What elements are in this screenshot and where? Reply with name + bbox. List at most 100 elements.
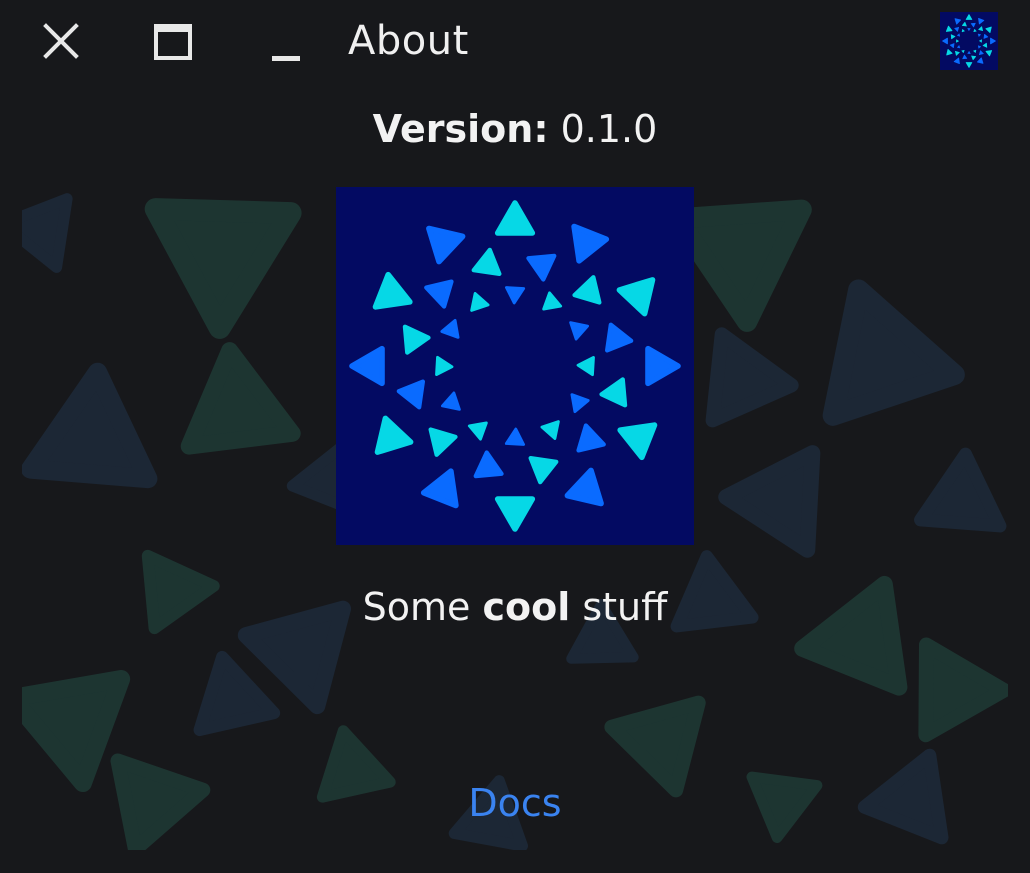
logo-triangle (978, 39, 982, 43)
bg-triangle (918, 637, 1008, 743)
logo-triangle (571, 223, 610, 264)
logo-triangle (977, 33, 981, 37)
logo-triangle (962, 54, 968, 60)
bg-triangle (718, 445, 821, 558)
logo-triangle (973, 49, 977, 53)
logo-triangle (569, 321, 590, 341)
maximize-icon (154, 24, 192, 60)
logo-triangle (965, 14, 973, 20)
logo-triangle (973, 28, 977, 33)
logo-triangle (985, 50, 993, 57)
logo-triangle (950, 34, 956, 40)
logo-triangle (961, 29, 965, 33)
bg-triangle (667, 199, 812, 332)
logo-triangle (967, 50, 971, 54)
logo-triangle (961, 21, 967, 27)
docs-link[interactable]: Docs (468, 781, 561, 825)
docs-link-row: Docs (22, 780, 1008, 826)
logo-triangle (424, 279, 454, 309)
logo-triangle (983, 33, 989, 39)
logo-triangle (504, 286, 526, 305)
logo-triangle (349, 345, 385, 387)
logo-triangle (470, 292, 490, 312)
tagline-bold: cool (482, 585, 571, 629)
logo-triangle (564, 467, 604, 507)
bg-triangle (193, 650, 281, 737)
logo-triangle (945, 25, 953, 32)
logo-triangle (957, 45, 961, 49)
bg-triangle (604, 695, 706, 798)
tagline-prefix: Some (362, 585, 483, 629)
logo-triangle (954, 50, 960, 56)
logo-triangle (942, 37, 948, 45)
logo-triangle (440, 318, 460, 339)
logo-triangle (645, 345, 681, 387)
logo-triangle (965, 62, 973, 68)
logo-triangle (617, 422, 658, 461)
logo-triangle (985, 26, 992, 33)
version-line: Version: 0.1.0 (22, 106, 1008, 152)
about-window: About Version: 0.1.0 Some cool stuff Doc… (0, 0, 1030, 873)
logo-triangle (967, 28, 971, 32)
logo-triangle (953, 57, 960, 65)
bg-triangle (705, 327, 799, 428)
logo-triangle (982, 42, 988, 48)
about-content: Version: 0.1.0 Some cool stuff Docs (22, 80, 1008, 850)
logo-triangle (528, 456, 559, 485)
logo-triangle (599, 377, 628, 408)
logo-triangle (570, 393, 590, 414)
logo-triangle (954, 26, 960, 32)
window-title: About (348, 18, 469, 64)
bg-triangle (180, 342, 301, 455)
logo-triangle (977, 57, 984, 64)
logo-triangle (471, 247, 502, 277)
logo-triangle (978, 50, 984, 56)
logo-triangle (426, 225, 466, 265)
title-bar: About (0, 0, 1030, 80)
logo-triangle (971, 55, 977, 61)
tagline-suffix: stuff (570, 585, 668, 629)
logo-triangle (420, 468, 459, 509)
close-button[interactable] (34, 14, 90, 70)
logo-triangle (494, 496, 536, 532)
bg-triangle (144, 198, 302, 339)
logo-triangle (616, 277, 656, 317)
logo-triangle (396, 379, 426, 410)
logo-triangle (473, 450, 504, 479)
logo-triangle (956, 33, 961, 37)
logo-triangle (946, 49, 953, 56)
logo-triangle (494, 200, 536, 236)
logo-triangle (542, 291, 563, 311)
version-value: 0.1.0 (560, 107, 658, 151)
logo-triangle (961, 49, 965, 54)
logo-triangle (977, 45, 982, 49)
maximize-button[interactable] (146, 14, 202, 70)
logo-triangle (402, 324, 431, 355)
logo-triangle (576, 423, 606, 453)
logo-triangle (504, 427, 526, 446)
logo-triangle (970, 22, 976, 28)
bg-triangle (22, 362, 158, 489)
bg-triangle (822, 279, 965, 426)
logo-triangle (605, 322, 634, 353)
minimize-icon (272, 56, 300, 61)
app-logo-icon (940, 12, 998, 70)
logo-triangle (435, 355, 454, 377)
logo-triangle (374, 415, 414, 455)
bg-triangle (22, 193, 73, 273)
minimize-button[interactable] (258, 14, 314, 70)
logo-triangle (540, 420, 560, 441)
logo-triangle (949, 43, 955, 49)
logo-triangle (428, 427, 458, 457)
logo-triangle (956, 39, 960, 43)
app-logo (336, 187, 694, 545)
tagline: Some cool stuff (22, 584, 1008, 630)
logo-triangle (572, 275, 602, 305)
logo-triangles (349, 200, 681, 532)
bg-triangle (914, 447, 1007, 533)
logo-triangle (978, 26, 984, 32)
logo-triangle (526, 253, 557, 282)
logo-triangle (978, 17, 985, 25)
logo-triangle (954, 18, 961, 25)
logo-triangle (441, 391, 461, 411)
